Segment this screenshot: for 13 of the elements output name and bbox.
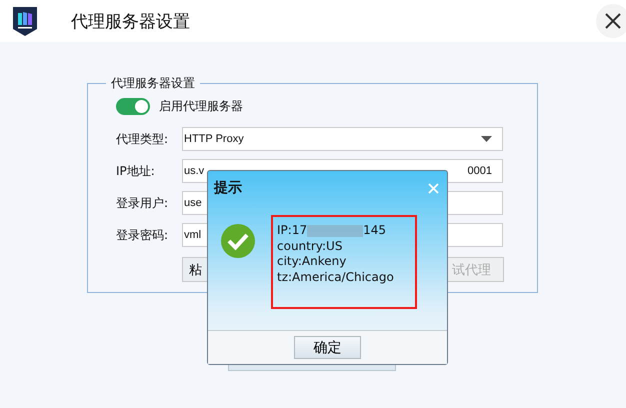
field-label: 登录用户: xyxy=(116,194,170,212)
info-text: 145 xyxy=(363,223,386,238)
info-text: tz:America/Chicago xyxy=(277,270,394,284)
dialog-title: 提示 xyxy=(214,179,242,197)
info-text: IP:17 xyxy=(277,223,308,238)
window-title: 代理服务器设置 xyxy=(71,10,191,32)
info-text: country:US xyxy=(277,238,342,252)
info-text: city:Ankeny xyxy=(277,254,346,268)
field-label: IP地址: xyxy=(116,162,156,180)
field-label: 登录密码: xyxy=(116,226,170,244)
toggle-label: 启用代理服务器 xyxy=(159,98,243,115)
group-title: 代理服务器设置 xyxy=(110,75,196,92)
field-label: 代理类型: xyxy=(116,130,170,148)
